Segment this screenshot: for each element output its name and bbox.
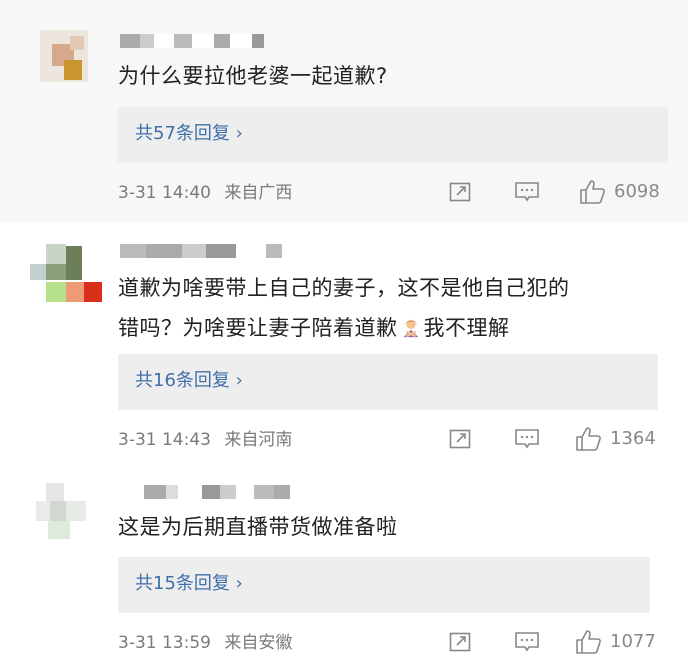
username-blurred[interactable] bbox=[120, 34, 264, 48]
like-icon bbox=[576, 630, 601, 654]
reply-box[interactable]: 共16条回复 › bbox=[118, 354, 658, 410]
like-button[interactable]: 6098 bbox=[578, 178, 660, 206]
share-button[interactable] bbox=[448, 630, 472, 654]
avatar[interactable] bbox=[30, 244, 102, 304]
avatar[interactable] bbox=[40, 30, 88, 82]
comment-icon bbox=[515, 632, 539, 652]
username-blurred[interactable] bbox=[120, 244, 282, 258]
comment-icon bbox=[515, 182, 539, 202]
comment-text: 为什么要拉他老婆一起道歉? bbox=[118, 56, 388, 96]
comment-item: 道歉为啥要带上自己的妻子，这不是他自己犯的 错吗？为啥要让妻子陪着道歉 我不理解 … bbox=[0, 222, 688, 465]
woman-gesturing-no-emoji bbox=[403, 319, 418, 338]
like-icon bbox=[576, 427, 601, 451]
comment-text-line: 道歉为啥要带上自己的妻子，这不是他自己犯的 bbox=[118, 276, 570, 300]
comment-location: 来自安徽 bbox=[224, 633, 293, 653]
like-icon bbox=[580, 180, 605, 204]
avatar[interactable] bbox=[36, 483, 90, 541]
comment-location: 来自广西 bbox=[224, 183, 293, 203]
comment-time: 3-31 14:43 bbox=[118, 430, 211, 450]
username-blurred[interactable] bbox=[120, 485, 290, 499]
comment-time: 3-31 14:40 bbox=[118, 183, 211, 203]
share-icon bbox=[449, 182, 471, 202]
comment-time: 3-31 13:59 bbox=[118, 633, 211, 653]
reply-box[interactable]: 共57条回复 › bbox=[118, 107, 668, 163]
comment-button[interactable] bbox=[514, 427, 540, 451]
share-icon bbox=[449, 632, 471, 652]
comment-item: 这是为后期直播带货做准备啦 共15条回复 › 3-31 13:59 来自安徽 1… bbox=[0, 465, 688, 671]
comment-button[interactable] bbox=[514, 180, 540, 204]
comment-text: 道歉为啥要带上自己的妻子，这不是他自己犯的 错吗？为啥要让妻子陪着道歉 我不理解 bbox=[118, 268, 570, 348]
comment-text-line: 这是为后期直播带货做准备啦 bbox=[118, 515, 398, 539]
like-count: 6098 bbox=[614, 181, 660, 202]
share-button[interactable] bbox=[448, 427, 472, 451]
comment-location: 来自河南 bbox=[224, 430, 293, 450]
comment-meta: 3-31 14:43 来自河南 bbox=[118, 428, 292, 452]
view-replies-link[interactable]: 共15条回复 › bbox=[135, 571, 243, 597]
share-button[interactable] bbox=[448, 180, 472, 204]
like-count: 1364 bbox=[610, 428, 656, 449]
comment-meta: 3-31 14:40 来自广西 bbox=[118, 181, 292, 205]
comment-button[interactable] bbox=[514, 630, 540, 654]
view-replies-link[interactable]: 共57条回复 › bbox=[135, 121, 243, 147]
like-count: 1077 bbox=[610, 631, 656, 652]
comment-meta: 3-31 13:59 来自安徽 bbox=[118, 631, 292, 655]
reply-box[interactable]: 共15条回复 › bbox=[118, 557, 650, 613]
comment-item: 为什么要拉他老婆一起道歉? 共57条回复 › 3-31 14:40 来自广西 6… bbox=[0, 0, 688, 222]
share-icon bbox=[449, 429, 471, 449]
comment-text-line: 为什么要拉他老婆一起道歉? bbox=[118, 64, 388, 88]
comment-icon bbox=[515, 429, 539, 449]
view-replies-link[interactable]: 共16条回复 › bbox=[135, 368, 243, 394]
comment-text-line: 错吗？为啥要让妻子陪着道歉 我不理解 bbox=[118, 316, 510, 340]
like-button[interactable]: 1364 bbox=[574, 425, 656, 453]
comment-text: 这是为后期直播带货做准备啦 bbox=[118, 507, 398, 547]
like-button[interactable]: 1077 bbox=[574, 628, 656, 656]
